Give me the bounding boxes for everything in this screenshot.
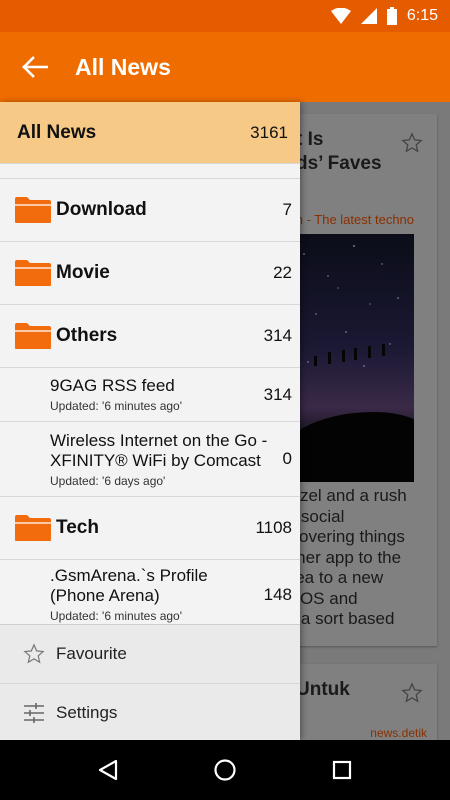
folder-name: Tech — [56, 517, 99, 538]
settings-label: Settings — [56, 702, 118, 722]
news-card-title: t Is ds’ Faves — [296, 129, 382, 174]
settings-button[interactable]: Settings — [0, 683, 300, 740]
feed-updated: Updated: '6 minutes ago' — [50, 609, 182, 623]
news-card-excerpt: uzzel and a rush of social scovering thi… — [282, 486, 407, 628]
feed-item[interactable]: Wireless Internet on the Go - XFINITY® W… — [0, 422, 300, 497]
drawer-item-label: All News — [17, 121, 97, 143]
news-card-source: nch - The latest techno — [282, 212, 415, 227]
folder-icon — [15, 197, 51, 223]
arrow-back-icon — [22, 56, 48, 78]
feed-name: Wireless Internet on the Go - XFINITY® W… — [50, 430, 268, 470]
circle-home-icon — [214, 759, 236, 781]
feed-updated: Updated: '6 days ago' — [50, 473, 166, 488]
feed-updated: Updated: '6 minutes ago' — [50, 399, 182, 413]
nav-recents-button[interactable] — [312, 740, 372, 800]
unread-count: 1108 — [255, 518, 292, 537]
favourite-button[interactable]: Favourite — [0, 625, 300, 683]
feed-name: 9GAG RSS feed — [50, 376, 175, 395]
drawer-item-all-news[interactable]: All News 3161 — [0, 102, 300, 164]
unread-count: 314 — [263, 384, 292, 404]
star-icon[interactable] — [401, 682, 423, 709]
folder-item-others[interactable]: Others 314 — [0, 305, 300, 368]
signal-icon — [360, 8, 377, 24]
news-card[interactable]: t Is ds’ Faves nch - The latest techno — [282, 114, 437, 646]
favourite-label: Favourite — [56, 644, 127, 663]
unread-count: 0 — [282, 449, 292, 468]
status-bar: 6:15 — [0, 0, 450, 32]
app-title: All News — [75, 53, 171, 80]
app-bar: All News — [0, 32, 450, 102]
system-nav-bar — [0, 740, 450, 800]
nav-back-button[interactable] — [78, 740, 138, 800]
clock: 6:15 — [406, 7, 438, 24]
folder-item-tech[interactable]: Tech 1108 — [0, 497, 300, 560]
folder-name: Download — [56, 199, 147, 220]
navigation-drawer: All News 3161 Download 7 Movie 22 Others… — [0, 102, 300, 740]
feed-name: .GsmArena.`s Profile (Phone Arena) — [50, 566, 208, 605]
folder-item-movie[interactable]: Movie 22 — [0, 242, 300, 305]
drawer-footer: Favourite Settings — [0, 624, 300, 740]
folder-item-download[interactable]: Download 7 — [0, 179, 300, 242]
unread-count: 7 — [282, 200, 292, 219]
feed-item[interactable]: 9GAG RSS feed Updated: '6 minutes ago' 3… — [0, 368, 300, 422]
folder-icon — [15, 323, 51, 349]
folder-icon — [15, 260, 51, 286]
folder-icon — [15, 515, 51, 541]
square-recents-icon — [332, 760, 351, 780]
feed-list[interactable]: Download 7 Movie 22 Others 314 9GAG RSS … — [0, 178, 300, 624]
back-button[interactable] — [0, 32, 70, 102]
star-icon[interactable] — [401, 132, 423, 159]
news-card-image — [294, 234, 414, 482]
folder-name: Others — [56, 325, 118, 346]
unread-count: 22 — [273, 263, 292, 282]
news-card-source: news.detik — [370, 726, 427, 740]
news-card-title: Untuk — [296, 679, 350, 700]
unread-count: 314 — [263, 326, 292, 345]
battery-icon — [386, 7, 397, 25]
nav-home-button[interactable] — [195, 740, 255, 800]
folder-name: Movie — [56, 262, 110, 283]
unread-count: 3161 — [250, 122, 288, 142]
unread-count: 148 — [263, 584, 292, 604]
sliders-icon — [22, 701, 46, 725]
news-card[interactable]: Untuk news.detik — [282, 664, 437, 740]
triangle-back-icon — [99, 759, 118, 781]
feed-item[interactable]: .GsmArena.`s Profile (Phone Arena) Updat… — [0, 560, 300, 624]
wifi-icon — [330, 8, 351, 24]
star-outline-icon — [22, 642, 46, 666]
